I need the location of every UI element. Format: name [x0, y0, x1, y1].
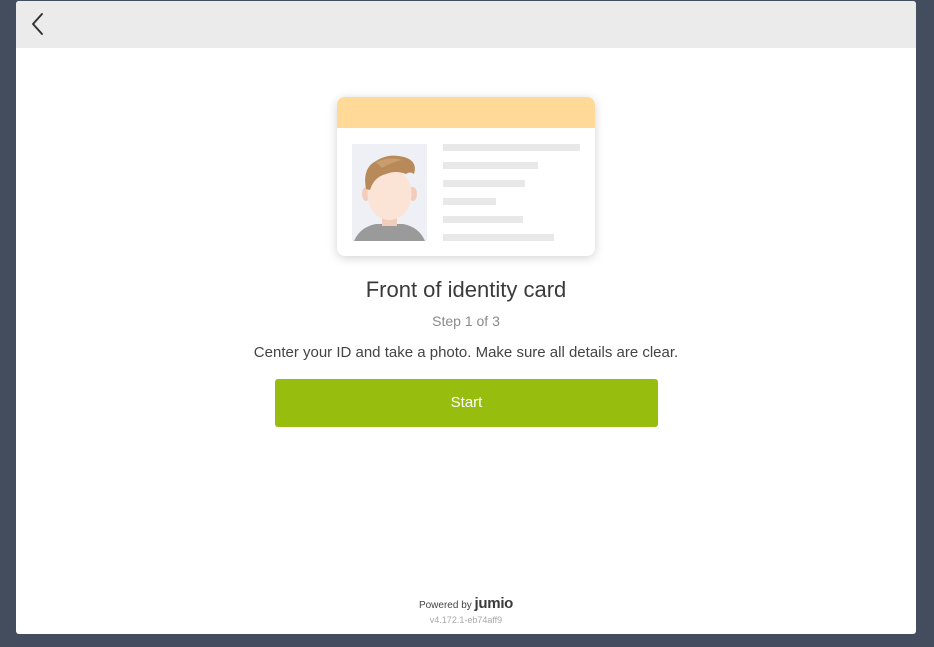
card-text-line — [443, 216, 523, 223]
footer: Powered by jumio v4.172.1-eb74aff9 — [16, 595, 916, 625]
instructions-text: Center your ID and take a photo. Make su… — [253, 344, 679, 361]
start-button[interactable]: Start — [275, 379, 658, 427]
step-indicator: Step 1 of 3 — [432, 313, 500, 329]
card-text-line — [443, 234, 554, 241]
card-header-band — [337, 97, 595, 128]
person-avatar-icon — [354, 155, 425, 241]
powered-by: Powered by jumio — [16, 595, 916, 612]
card-text-line — [443, 162, 538, 169]
card-text-line — [443, 180, 525, 187]
card-text-line — [443, 198, 496, 205]
powered-by-label: Powered by — [418, 600, 472, 611]
jumio-logo: jumio — [474, 595, 514, 612]
version-label: v4.172.1-eb74aff9 — [429, 615, 503, 625]
card-text-line — [443, 144, 580, 151]
page-title: Front of identity card — [365, 277, 567, 302]
card-photo — [352, 144, 427, 241]
top-bar — [16, 1, 916, 48]
chevron-left-icon — [32, 13, 43, 35]
id-card-illustration — [337, 97, 595, 256]
back-button[interactable] — [26, 10, 50, 38]
verification-panel: Front of identity card Step 1 of 3 Cente… — [16, 1, 916, 634]
